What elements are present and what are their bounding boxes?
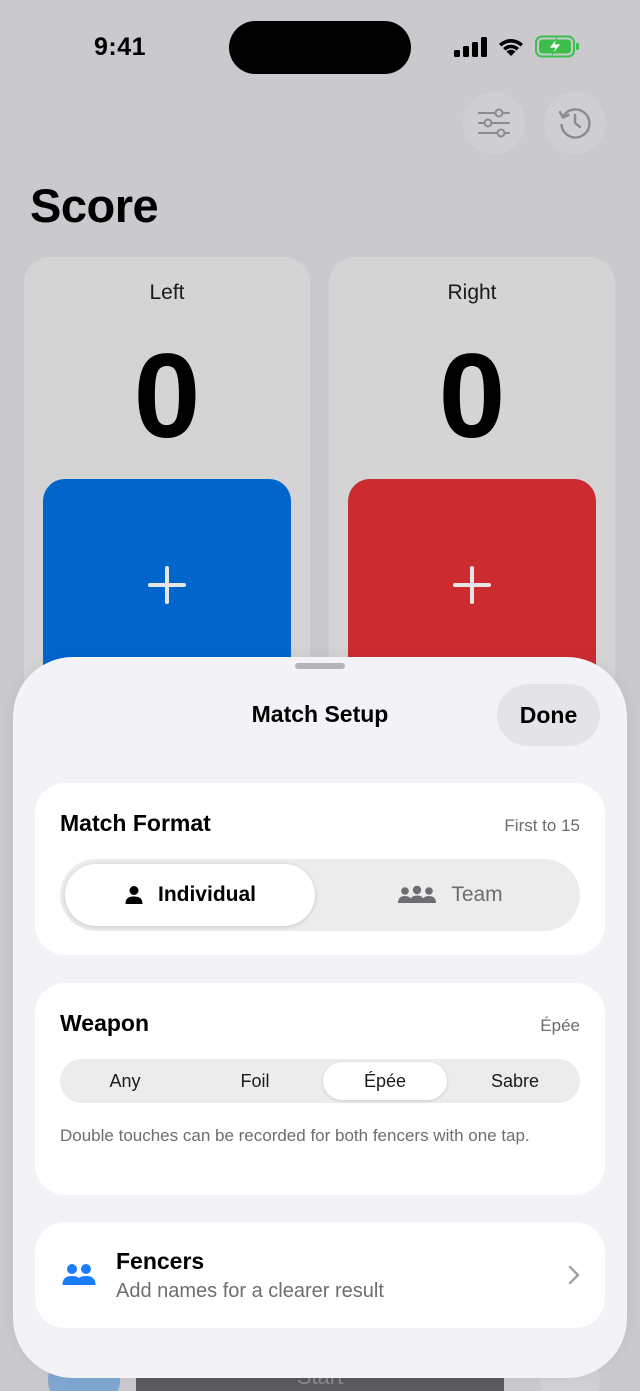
- filter-button[interactable]: [463, 92, 525, 154]
- score-label-left: Left: [149, 281, 185, 304]
- sliders-icon: [478, 108, 510, 138]
- weapon-card: Weapon Épée Any Foil Épée Sabre Double t…: [35, 983, 605, 1195]
- weapon-title: Weapon: [60, 1010, 150, 1036]
- cellular-signal-icon: [454, 37, 488, 57]
- format-option-label: Team: [451, 883, 503, 906]
- sheet-grabber[interactable]: [295, 663, 345, 669]
- weapon-value: Épée: [540, 1016, 580, 1035]
- plus-icon: [148, 566, 186, 604]
- person-icon: [125, 886, 143, 904]
- match-format-card: Match Format First to 15 Individual Team: [35, 783, 605, 955]
- format-option-team[interactable]: Team: [325, 864, 575, 926]
- score-value-left: 0: [133, 329, 201, 463]
- score-value-right: 0: [438, 329, 506, 463]
- score-card-left: Left 0: [24, 257, 310, 717]
- weapon-note: Double touches can be recorded for both …: [60, 1126, 530, 1145]
- score-label-right: Right: [447, 281, 497, 304]
- weapon-segmented-control: Any Foil Épée Sabre: [60, 1059, 580, 1103]
- match-format-title: Match Format: [60, 810, 211, 836]
- match-format-value: First to 15: [504, 816, 580, 835]
- history-clock-icon: [558, 108, 591, 139]
- weapon-option-foil[interactable]: Foil: [193, 1062, 317, 1100]
- page-title: Score: [30, 179, 159, 232]
- match-format-segmented-control: Individual Team: [60, 859, 580, 931]
- people-three-icon: [398, 885, 437, 903]
- chevron-right-icon: [568, 1265, 580, 1285]
- score-card-right: Right 0: [329, 257, 615, 717]
- match-setup-sheet: Match Setup Done Match Format First to 1…: [13, 657, 627, 1378]
- fencers-title: Fencers: [116, 1248, 205, 1274]
- format-option-individual[interactable]: Individual: [65, 864, 315, 926]
- people-icon: [62, 1264, 96, 1285]
- weapon-option-epee[interactable]: Épée: [323, 1062, 447, 1100]
- wifi-icon: [499, 39, 523, 56]
- status-bar: 9:41: [0, 0, 640, 96]
- weapon-option-sabre[interactable]: Sabre: [453, 1062, 577, 1100]
- fencers-row[interactable]: Fencers Add names for a clearer result: [35, 1222, 605, 1328]
- plus-icon: [453, 566, 491, 604]
- status-time: 9:41: [94, 33, 147, 61]
- battery-charging-icon: [535, 35, 579, 58]
- format-option-label: Individual: [157, 883, 256, 906]
- dynamic-island: [229, 21, 411, 74]
- weapon-option-any[interactable]: Any: [63, 1062, 187, 1100]
- fencers-subtitle: Add names for a clearer result: [116, 1280, 384, 1302]
- done-button[interactable]: Done: [497, 684, 600, 746]
- history-button[interactable]: [544, 92, 606, 154]
- top-actions: [0, 92, 640, 156]
